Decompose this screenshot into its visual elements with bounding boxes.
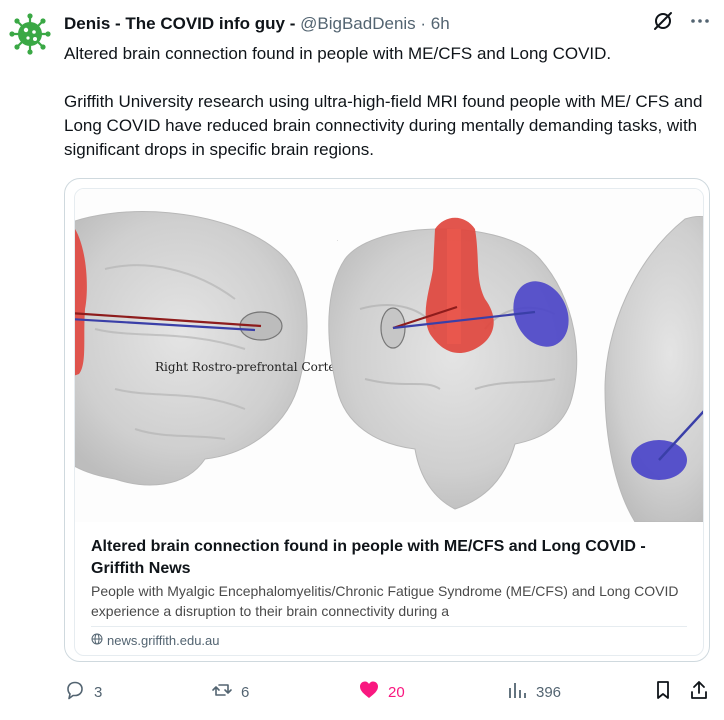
card-image[interactable]: Right Rostro-prefrontal Cortex . bbox=[75, 189, 703, 522]
views-icon bbox=[506, 679, 528, 705]
tweet-text-line1: Altered brain connection found in people… bbox=[64, 44, 612, 63]
grok-icon[interactable] bbox=[652, 10, 674, 32]
header-actions bbox=[652, 10, 710, 32]
virus-icon bbox=[9, 13, 51, 55]
reply-count: 3 bbox=[94, 683, 103, 701]
action-bar: 3 6 20 396 bbox=[64, 680, 714, 704]
card-domain[interactable]: news.griffith.edu.au bbox=[91, 632, 220, 650]
figure-label: Right Rostro-prefrontal Cortex bbox=[155, 360, 343, 374]
bookmark-button[interactable] bbox=[652, 680, 674, 704]
brain-front-view bbox=[328, 217, 578, 510]
tweet-text-paragraph2: Griffith University research using ultra… bbox=[64, 92, 703, 159]
bookmark-icon bbox=[652, 679, 674, 705]
card-description: People with Myalgic Encephalomyelitis/Ch… bbox=[91, 583, 679, 619]
link-card-inner[interactable]: Right Rostro-prefrontal Cortex . Altered… bbox=[74, 188, 704, 656]
reply-button[interactable]: 3 bbox=[64, 680, 102, 704]
like-button[interactable]: 20 bbox=[358, 680, 405, 704]
brain-partial-view bbox=[604, 216, 703, 522]
views-button[interactable]: 396 bbox=[506, 680, 561, 704]
tweet-text: Altered brain connection found in people… bbox=[64, 42, 709, 162]
repost-count: 6 bbox=[241, 683, 250, 701]
brain-mri-figure: Right Rostro-prefrontal Cortex . bbox=[75, 211, 703, 522]
repost-button[interactable]: 6 bbox=[211, 680, 249, 704]
share-icon bbox=[688, 679, 710, 705]
avatar[interactable] bbox=[8, 12, 52, 56]
views-count: 396 bbox=[536, 683, 562, 701]
heart-icon bbox=[358, 679, 380, 705]
repost-icon bbox=[211, 679, 233, 705]
header-separator: · bbox=[415, 14, 431, 33]
author-handle[interactable]: @BigBadDenis bbox=[300, 14, 416, 33]
card-title[interactable]: Altered brain connection found in people… bbox=[91, 536, 691, 580]
more-icon[interactable] bbox=[690, 11, 710, 31]
card-domain-text: news.griffith.edu.au bbox=[107, 633, 220, 648]
share-button[interactable] bbox=[688, 680, 710, 704]
tweet-header: Denis - The COVID info guy - @BigBadDeni… bbox=[64, 12, 644, 36]
author-name[interactable]: Denis - The COVID info guy - bbox=[64, 14, 295, 33]
svg-text:.: . bbox=[337, 237, 338, 243]
reply-icon bbox=[64, 679, 86, 705]
brain-side-view: Right Rostro-prefrontal Cortex bbox=[75, 211, 343, 486]
tweet-time[interactable]: 6h bbox=[431, 14, 450, 33]
card-divider bbox=[91, 626, 687, 627]
globe-icon bbox=[91, 632, 103, 650]
like-count: 20 bbox=[388, 683, 405, 701]
link-card[interactable]: Right Rostro-prefrontal Cortex . Altered… bbox=[64, 178, 710, 662]
